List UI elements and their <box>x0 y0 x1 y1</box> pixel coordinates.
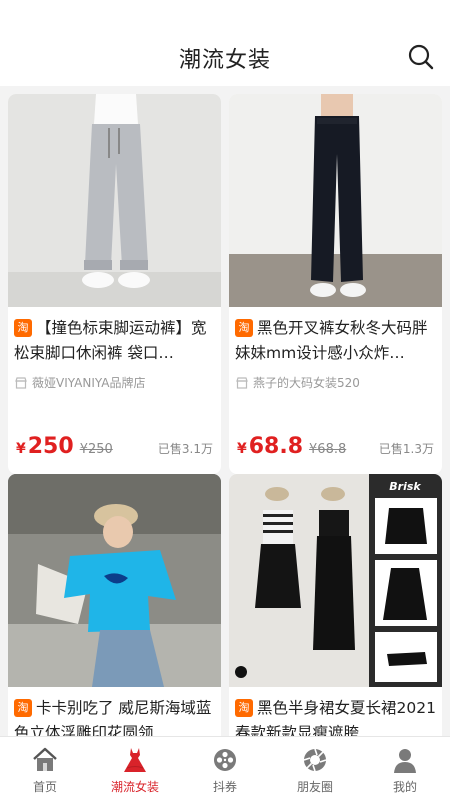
product-image[interactable] <box>229 94 442 307</box>
tab-profile[interactable]: 我的 <box>360 737 450 800</box>
product-grid: 淘【撞色标束脚运动裤】宽松束脚口休闲裤 袋口… 薇娅VIYANIYA品牌店 ¥ … <box>0 86 450 736</box>
top-bar: 潮流女装 <box>0 0 450 86</box>
product-title[interactable]: 淘卡卡别吃了 威尼斯海域蓝色立体浮雕印花圆领 <box>14 696 216 736</box>
tab-fashion[interactable]: 潮流女装 <box>90 737 180 800</box>
original-price: ¥250 <box>79 442 113 457</box>
product-title[interactable]: 淘黑色半身裙女夏长裙2021春款新款显瘦遮胯 <box>235 696 437 736</box>
product-title[interactable]: 淘【撞色标束脚运动裤】宽松束脚口休闲裤 袋口… <box>14 316 216 366</box>
search-icon[interactable] <box>408 44 434 70</box>
shop-icon <box>15 376 27 389</box>
price-row: ¥ 250 ¥250 已售3.1万 <box>16 434 213 460</box>
home-icon <box>33 747 57 771</box>
tab-label: 我的 <box>392 780 417 794</box>
price: 68.8 <box>248 434 304 459</box>
product-card[interactable]: Brisk 淘黑色半身裙女夏长裙2021春款新款显瘦遮胯 <box>229 474 442 736</box>
product-title-text: 卡卡别吃了 威尼斯海域蓝色立体浮雕印花圆领 <box>14 699 212 736</box>
dress-icon <box>124 748 146 772</box>
product-image[interactable] <box>8 474 221 687</box>
shop-name[interactable]: 薇娅VIYANIYA品牌店 <box>14 374 145 391</box>
taobao-badge: 淘 <box>14 319 32 337</box>
price: 250 <box>27 434 74 459</box>
shop-icon <box>236 376 248 389</box>
tab-moments[interactable]: 朋友圈 <box>270 737 360 800</box>
brand-watermark: Brisk <box>389 480 421 493</box>
tab-coupons[interactable]: 抖券 <box>180 737 270 800</box>
product-card[interactable]: 淘卡卡别吃了 威尼斯海域蓝色立体浮雕印花圆领 <box>8 474 221 736</box>
camera-aperture-icon <box>303 748 327 772</box>
currency-symbol: ¥ <box>16 441 26 457</box>
product-image[interactable] <box>8 94 221 307</box>
page-title: 潮流女装 <box>178 48 271 73</box>
currency-symbol: ¥ <box>237 441 247 457</box>
price-row: ¥ 68.8 ¥68.8 已售1.3万 <box>237 434 434 460</box>
product-title-text: 【撞色标束脚运动裤】宽松束脚口休闲裤 袋口… <box>14 319 207 362</box>
shop-name-text: 燕子的大码女装520 <box>253 376 360 390</box>
product-image[interactable]: Brisk <box>229 474 442 687</box>
tab-label: 抖券 <box>212 780 237 794</box>
taobao-badge: 淘 <box>235 319 253 337</box>
product-title-text: 黑色开叉裤女秋冬大码胖妹妹mm设计感小众炸… <box>235 319 428 362</box>
product-title-text: 黑色半身裙女夏长裙2021春款新款显瘦遮胯 <box>235 699 436 736</box>
product-title[interactable]: 淘黑色开叉裤女秋冬大码胖妹妹mm设计感小众炸… <box>235 316 437 366</box>
taobao-badge: 淘 <box>235 699 253 717</box>
tab-label: 朋友圈 <box>296 780 333 794</box>
tab-label: 首页 <box>32 780 57 794</box>
tab-home[interactable]: 首页 <box>0 737 90 800</box>
original-price: ¥68.8 <box>309 442 347 457</box>
product-card[interactable]: 淘黑色开叉裤女秋冬大码胖妹妹mm设计感小众炸… 燕子的大码女装520 ¥ 68.… <box>229 94 442 474</box>
product-card[interactable]: 淘【撞色标束脚运动裤】宽松束脚口休闲裤 袋口… 薇娅VIYANIYA品牌店 ¥ … <box>8 94 221 474</box>
sold-count: 已售1.3万 <box>378 442 434 456</box>
sold-count: 已售3.1万 <box>157 442 213 456</box>
shop-name-text: 薇娅VIYANIYA品牌店 <box>32 376 146 390</box>
taobao-badge: 淘 <box>14 699 32 717</box>
user-icon <box>394 749 416 773</box>
film-reel-icon <box>214 749 236 771</box>
shop-name[interactable]: 燕子的大码女装520 <box>235 374 360 391</box>
tab-label: 潮流女装 <box>110 780 159 794</box>
bottom-tab-bar: 首页 潮流女装 抖券 朋友圈 我的 <box>0 736 450 800</box>
